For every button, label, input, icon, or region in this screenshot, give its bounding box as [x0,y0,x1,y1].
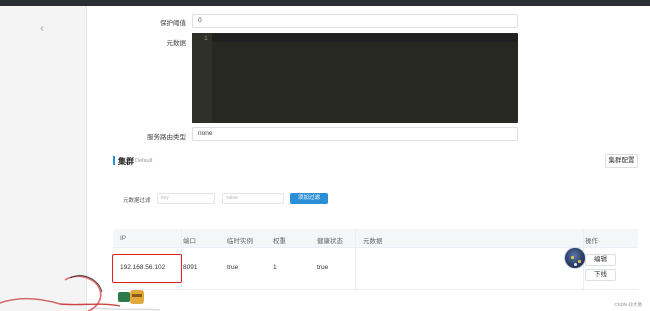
add-filter-button[interactable]: 添加过滤 [290,193,328,204]
user-avatar-icon[interactable] [564,247,586,269]
table-row: 192.168.56.102 8091 true 1 true 编辑 下线 [113,248,638,290]
header-ip: IP [120,235,127,242]
editor-line-number: 1 [204,35,208,42]
header-healthy: 健康状态 [317,238,343,245]
service-route-type-input[interactable]: none [192,127,518,141]
header-metadata: 元数据 [363,238,383,245]
offline-button[interactable]: 下线 [585,269,616,281]
header-ephemeral: 临时实例 [227,238,253,245]
cluster-title: 集群 [118,157,134,166]
service-route-type-label: 服务路由类型 [147,134,186,141]
sidebar: ‹ [0,6,87,311]
protect-threshold-input[interactable]: 0 [192,14,518,28]
cell-ephemeral: true [227,264,239,271]
cables-decoration [0,275,161,311]
filter-value-input[interactable]: value [222,193,284,204]
filter-key-input[interactable]: key [157,193,215,204]
cell-healthy: true [317,264,329,271]
instance-table: IP 端口 临时实例 权重 健康状态 元数据 操作 192.168.56.102… [113,229,638,290]
cell-port: 8091 [183,264,198,271]
header-port: 端口 [183,238,196,245]
metadata-filter-label: 元数据过滤 [123,198,151,204]
watermark: CSDN @大易 [614,302,642,307]
cell-weight: 1 [273,264,277,271]
edit-button[interactable]: 编辑 [585,254,616,266]
chevron-left-icon[interactable]: ‹ [36,23,48,35]
metadata-editor[interactable]: 1 [192,33,518,123]
cluster-name: Default [135,158,153,164]
editor-gutter [192,33,212,123]
top-bar [0,0,650,6]
metadata-label: 元数据 [166,40,187,47]
header-actions: 操作 [585,238,598,245]
editor-current-line [212,34,518,42]
section-accent-bar [113,156,115,165]
cluster-config-button[interactable]: 集群配置 [605,154,638,168]
table-header: IP 端口 临时实例 权重 健康状态 元数据 操作 [113,229,638,248]
header-weight: 权重 [273,238,286,245]
protect-threshold-label: 保护阈值 [160,20,186,27]
